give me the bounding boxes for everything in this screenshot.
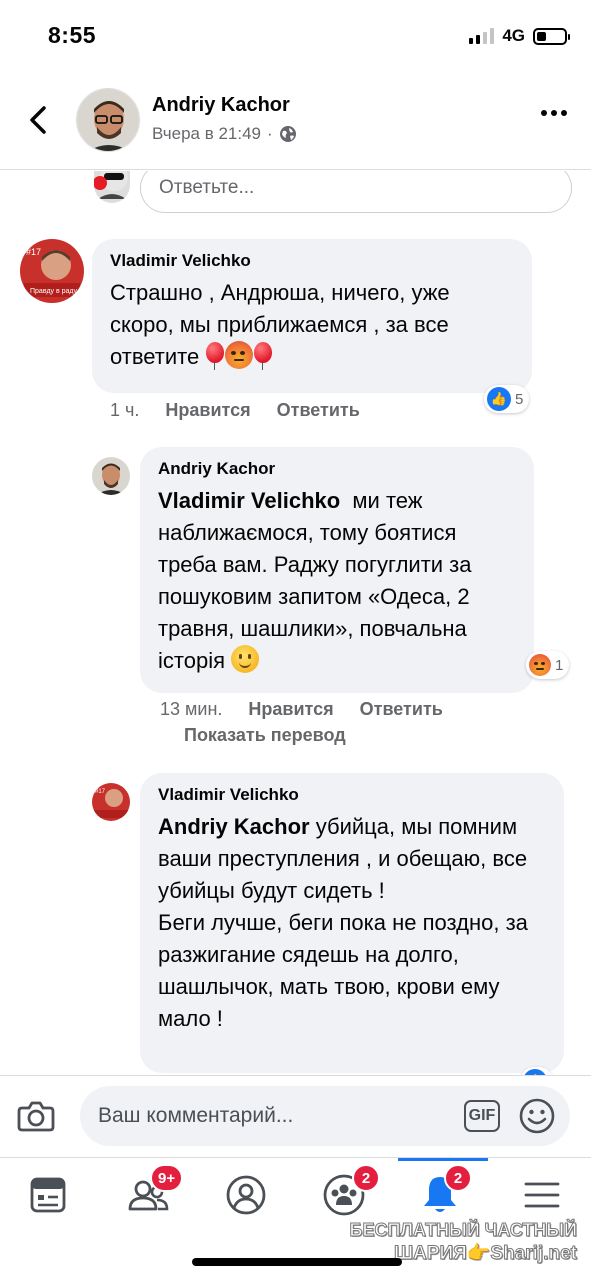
comment-reply: Andriy Kachor Vladimir Velichko ми теж н… (0, 443, 591, 763)
chevron-left-icon (30, 106, 46, 134)
like-button[interactable]: Нравится (248, 699, 333, 720)
reply-row: Ответьте... (94, 171, 574, 215)
profile-icon (226, 1175, 266, 1215)
comment-composer: Ваш комментарий... GIF (0, 1075, 591, 1157)
mention-link[interactable]: Andriy Kachor (158, 814, 310, 839)
commenter-avatar[interactable]: #17 (92, 783, 130, 821)
comment-actions: 13 мин. Нравится Ответить (160, 699, 443, 720)
more-options-button[interactable] (541, 110, 567, 116)
comment-author[interactable]: Andriy Kachor (158, 459, 516, 479)
comment-text: Vladimir Velichko ми теж наближаємося, т… (158, 488, 472, 673)
comment-time: 1 ч. (110, 400, 140, 420)
network-type: 4G (502, 26, 525, 45)
comment-author[interactable]: Vladimir Velichko (158, 785, 546, 805)
status-indicators: 4G (469, 26, 570, 46)
camera-icon (17, 1101, 55, 1132)
svg-text:#17: #17 (95, 789, 106, 795)
tab-news-feed[interactable] (18, 1172, 78, 1218)
comment-actions: 1 ч. Нравится Ответить (110, 400, 360, 421)
comment-bubble: Vladimir Velichko Страшно , Андрюша, нич… (92, 239, 532, 393)
news-feed-icon (30, 1177, 66, 1213)
tab-menu[interactable] (512, 1172, 572, 1218)
tab-friends[interactable]: 9+ (118, 1164, 184, 1218)
angry-emoji (225, 341, 254, 369)
post-header: Andriy Kachor Вчера в 21:49 · (0, 72, 591, 170)
angry-reaction-icon (529, 654, 551, 676)
comment-text: Страшно , Андрюша, ничего, уже скоро, мы… (110, 280, 450, 370)
friends-badge: 9+ (150, 1164, 184, 1192)
signal-icon (469, 28, 495, 44)
emoji-button[interactable] (518, 1097, 556, 1135)
reply-button[interactable]: Ответить (277, 400, 360, 421)
commenter-avatar[interactable] (92, 457, 130, 495)
reply-input[interactable]: Ответьте... (140, 171, 572, 213)
svg-text:Правду в раду: Правду в раду (30, 288, 78, 295)
commenter-avatar[interactable]: #17 Правду в раду (20, 239, 84, 303)
current-user-avatar (94, 171, 130, 203)
battery-icon (533, 27, 570, 45)
svg-text:#17: #17 (26, 247, 41, 257)
post-timestamp[interactable]: Вчера в 21:49 (152, 124, 261, 144)
smile-emoji (231, 645, 260, 673)
home-indicator (192, 1258, 402, 1266)
like-button[interactable]: Нравится (165, 400, 250, 421)
tab-notifications[interactable]: 2 (410, 1164, 472, 1218)
hamburger-menu-icon (524, 1182, 560, 1208)
tab-groups[interactable]: 2 (314, 1164, 380, 1218)
status-bar: 8:55 4G (0, 0, 591, 72)
smiley-icon (519, 1098, 555, 1134)
gif-button[interactable]: GIF (464, 1100, 500, 1132)
back-button[interactable] (20, 98, 56, 142)
notifications-badge: 2 (444, 1164, 472, 1192)
like-reaction-icon: 👍 (487, 387, 511, 411)
author-name[interactable]: Andriy Kachor (152, 94, 290, 117)
reply-button[interactable]: Ответить (360, 699, 443, 720)
comment-reply: #17 Vladimir Velichko Andriy Kachor убий… (0, 771, 591, 1075)
active-tab-indicator (398, 1158, 488, 1161)
reaction-summary[interactable]: 👍 5 (484, 385, 530, 413)
comment-text: Andriy Kachor убийца, мы помним ваши пре… (158, 814, 528, 903)
comment-bubble: Vladimir Velichko Andriy Kachor убийца, … (140, 773, 564, 1073)
comment-author[interactable]: Vladimir Velichko (110, 251, 514, 271)
comment: #17 Правду в раду Vladimir Velichko Стра… (0, 235, 591, 435)
show-translation-link[interactable]: Показать перевод (184, 725, 346, 746)
comment-time: 13 мин. (160, 699, 223, 719)
groups-badge: 2 (352, 1164, 380, 1192)
bottom-tab-bar: 9+ 2 2 БЕСПЛАТНЫЙ ЧАСТНЫЙ ШАРИЯ� (0, 1157, 591, 1280)
reaction-summary[interactable]: 1 (526, 651, 570, 679)
post-meta: Вчера в 21:49 · (152, 124, 297, 144)
balloon-emoji (205, 342, 225, 370)
globe-icon (279, 125, 297, 143)
comment-input-placeholder: Ваш комментарий... (98, 1104, 294, 1127)
status-time: 8:55 (48, 22, 97, 48)
meta-separator: · (267, 124, 273, 143)
camera-button[interactable] (16, 1096, 56, 1136)
tab-profile[interactable] (216, 1172, 276, 1218)
comments-area: Ответьте... #17 Правду в раду Vladimir V… (0, 171, 591, 1075)
comment-bubble: Andriy Kachor Vladimir Velichko ми теж н… (140, 447, 534, 693)
comment-input[interactable]: Ваш комментарий... GIF (80, 1086, 570, 1146)
mention-link[interactable]: Vladimir Velichko (158, 488, 340, 513)
author-avatar[interactable] (76, 88, 140, 152)
comment-text-line: Беги лучше, беги пока не поздно, за разж… (158, 910, 528, 1031)
balloon-emoji (253, 342, 273, 370)
